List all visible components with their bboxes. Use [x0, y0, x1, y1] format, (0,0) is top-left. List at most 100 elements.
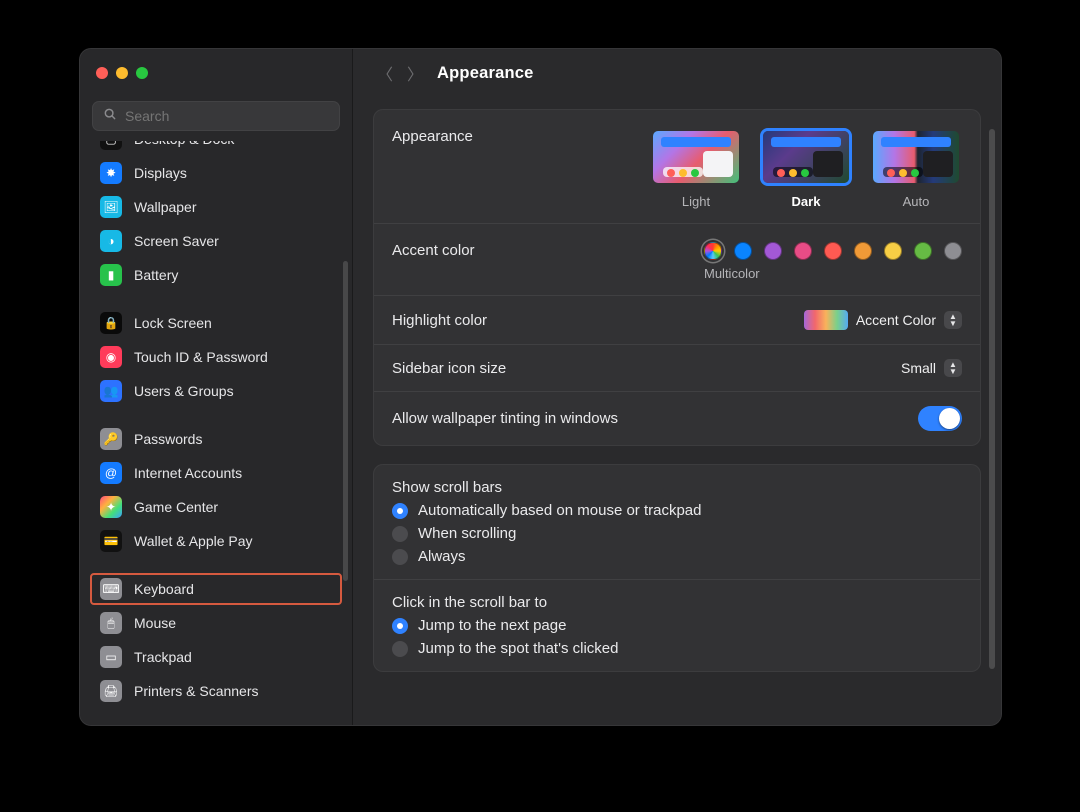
battery-icon: ▮ — [100, 264, 122, 286]
main-pane: 〈 〉 Appearance Appearance LightDarkAuto … — [353, 49, 1001, 725]
sidebar-separator — [90, 559, 342, 571]
screen-saver-icon: ◑ — [100, 230, 122, 252]
sidebar-item-wallet-apple-pay[interactable]: 💳 Wallet & Apple Pay — [90, 525, 342, 557]
appearance-option-label: Light — [682, 194, 710, 209]
sidebar-item-battery[interactable]: ▮Battery — [90, 259, 342, 291]
touch-id-password-icon: ◉ — [100, 346, 122, 368]
mouse-icon: 🖱 — [100, 612, 122, 634]
tinting-toggle[interactable] — [918, 406, 962, 431]
radio-label: When scrolling — [418, 525, 516, 542]
accent-swatch-blue[interactable] — [734, 242, 752, 260]
wallpaper-icon: 🖼 — [100, 196, 122, 218]
sidebar-separator — [90, 409, 342, 421]
desktop-dock-icon: ▢ — [100, 141, 122, 150]
sidebar-item-lock-screen[interactable]: 🔒 Lock Screen — [90, 307, 342, 339]
sidebar-item-label: Trackpad — [134, 649, 332, 665]
accent-swatch-purple[interactable] — [764, 242, 782, 260]
scrollbars-option-0[interactable]: Automatically based on mouse or trackpad — [392, 502, 962, 519]
passwords-icon: 🔑 — [100, 428, 122, 450]
accent-label: Accent color — [392, 242, 475, 259]
sidebar-item-label: Touch ID & Password — [134, 349, 332, 365]
main-header: 〈 〉 Appearance — [353, 49, 1001, 97]
sidebar-item-users-groups[interactable]: 👥 Users & Groups — [90, 375, 342, 407]
appearance-panel: Appearance LightDarkAuto Accent color Mu… — [373, 109, 981, 446]
updown-icon: ▲▼ — [944, 311, 962, 329]
sidebar-item-trackpad[interactable]: ▭ Trackpad — [90, 641, 342, 673]
sidebar-item-displays[interactable]: ✸Displays — [90, 157, 342, 189]
radio-icon — [392, 618, 408, 634]
zoom-icon[interactable] — [136, 67, 148, 79]
accent-swatch-orange[interactable] — [854, 242, 872, 260]
search-icon — [103, 107, 117, 126]
appearance-option-dark[interactable]: Dark — [760, 128, 852, 209]
sidebar-item-label: Printers & Scanners — [134, 683, 332, 699]
radio-icon — [392, 549, 408, 565]
clickscroll-title: Click in the scroll bar to — [392, 594, 962, 617]
sidebar-item-label: Desktop & Dock — [134, 141, 332, 147]
sidebar-item-printers-scanners[interactable]: 🖨 Printers & Scanners — [90, 675, 342, 707]
search-input[interactable] — [125, 108, 329, 124]
appearance-option-auto[interactable]: Auto — [870, 128, 962, 209]
sidebar-size-label: Sidebar icon size — [392, 360, 506, 377]
sidebar-item-passwords[interactable]: 🔑Passwords — [90, 423, 342, 455]
sidebar-item-label: Wallet & Apple Pay — [134, 533, 332, 549]
sidebar-item-label: Internet Accounts — [134, 465, 332, 481]
accent-swatch-yellow[interactable] — [884, 242, 902, 260]
updown-icon: ▲▼ — [944, 359, 962, 377]
sidebar-item-label: Keyboard — [134, 581, 332, 597]
trackpad-icon: ▭ — [100, 646, 122, 668]
clickscroll-option-1[interactable]: Jump to the spot that's clicked — [392, 640, 962, 657]
sidebar-item-mouse[interactable]: 🖱Mouse — [90, 607, 342, 639]
displays-icon: ✸ — [100, 162, 122, 184]
radio-label: Jump to the spot that's clicked — [418, 640, 618, 657]
printers-scanners-icon: 🖨 — [100, 680, 122, 702]
highlight-swatch-icon — [804, 310, 848, 330]
sidebar-item-keyboard[interactable]: ⌨ Keyboard — [90, 573, 342, 605]
accent-swatch-gray[interactable] — [944, 242, 962, 260]
accent-swatch-green[interactable] — [914, 242, 932, 260]
search-field[interactable] — [92, 101, 340, 131]
highlight-select[interactable]: Accent Color ▲▼ — [804, 310, 962, 330]
scrollbars-option-1[interactable]: When scrolling — [392, 525, 962, 542]
sidebar-item-screen-saver[interactable]: ◑Screen Saver — [90, 225, 342, 257]
lock-screen-icon: 🔒 — [100, 312, 122, 334]
radio-label: Always — [418, 548, 466, 565]
sidebar: ▢ Desktop & Dock ✸Displays🖼Wallpaper◑Scree… — [80, 49, 353, 725]
sidebar-item-game-center[interactable]: ✦Game Center — [90, 491, 342, 523]
appearance-option-label: Auto — [903, 194, 930, 209]
close-icon[interactable] — [96, 67, 108, 79]
wallet-apple-pay-icon: 💳 — [100, 530, 122, 552]
sidebar-item-label: Game Center — [134, 499, 332, 515]
scrollbars-option-2[interactable]: Always — [392, 548, 962, 565]
sidebar-item-label: Users & Groups — [134, 383, 332, 399]
appearance-option-light[interactable]: Light — [650, 128, 742, 209]
sidebar-size-value: Small — [901, 360, 936, 376]
radio-icon — [392, 503, 408, 519]
sidebar-item-wallpaper[interactable]: 🖼Wallpaper — [90, 191, 342, 223]
accent-caption: Multicolor — [704, 260, 760, 281]
tinting-label: Allow wallpaper tinting in windows — [392, 410, 618, 427]
clickscroll-option-0[interactable]: Jump to the next page — [392, 617, 962, 634]
radio-label: Jump to the next page — [418, 617, 566, 634]
main-scrollbar[interactable] — [989, 129, 995, 669]
appearance-option-label: Dark — [792, 194, 821, 209]
minimize-icon[interactable] — [116, 67, 128, 79]
keyboard-icon: ⌨ — [100, 578, 122, 600]
accent-swatch-multicolor[interactable] — [704, 242, 722, 260]
sidebar-item-desktop-dock[interactable]: ▢ Desktop & Dock — [90, 141, 342, 155]
sidebar-scrollbar[interactable] — [343, 261, 348, 581]
forward-button[interactable]: 〉 — [407, 61, 423, 85]
sidebar-item-internet-accounts[interactable]: @Internet Accounts — [90, 457, 342, 489]
page-title: Appearance — [437, 64, 533, 83]
sidebar-item-touch-id-password[interactable]: ◉ Touch ID & Password — [90, 341, 342, 373]
sidebar-size-select[interactable]: Small ▲▼ — [901, 359, 962, 377]
highlight-value: Accent Color — [856, 312, 936, 328]
sidebar-separator — [90, 293, 342, 305]
users-groups-icon: 👥 — [100, 380, 122, 402]
radio-icon — [392, 641, 408, 657]
appearance-thumb-icon — [760, 128, 852, 186]
sidebar-item-label: Lock Screen — [134, 315, 332, 331]
accent-swatch-pink[interactable] — [794, 242, 812, 260]
back-button[interactable]: 〈 — [377, 61, 393, 85]
accent-swatch-red[interactable] — [824, 242, 842, 260]
